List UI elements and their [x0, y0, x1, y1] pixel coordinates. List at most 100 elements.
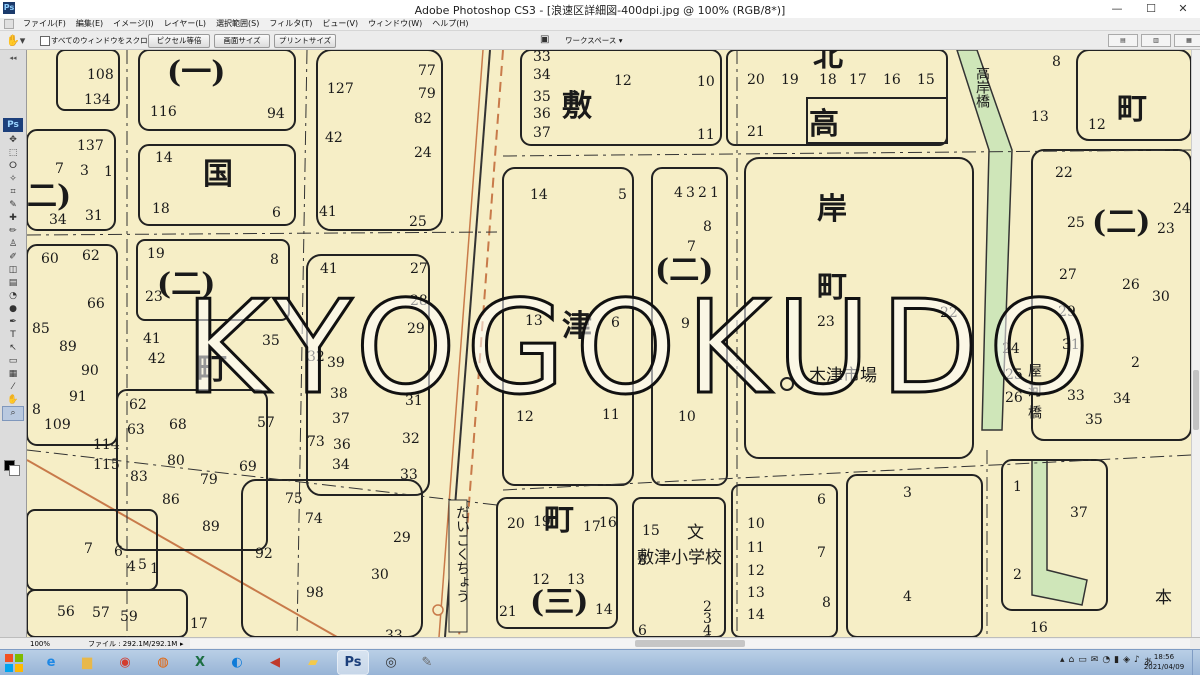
clock[interactable]: 18:56 2021/04/09 [1142, 652, 1186, 672]
tray-icon[interactable]: ✉ [1091, 655, 1099, 668]
menu-item-0[interactable]: ファイル(F) [18, 18, 71, 30]
lot-number: 23 [1157, 221, 1175, 237]
lot-number: 13 [747, 585, 765, 601]
actual-pixels-button[interactable]: ピクセル等倍 [148, 34, 210, 48]
vertical-scrollbar[interactable] [1191, 50, 1200, 637]
viewer-icon[interactable]: ◎ [376, 651, 406, 674]
place-name: 国 [203, 157, 233, 192]
tools-icon[interactable]: ✎ [412, 651, 442, 674]
lot-number: 19 [147, 246, 165, 262]
lot-number: 13 [1031, 109, 1049, 125]
lot-number: 7 [817, 545, 826, 561]
blur-icon[interactable]: ◔ [3, 290, 23, 303]
scroll-all-windows-checkbox[interactable] [40, 36, 50, 46]
maximize-button[interactable]: ☐ [1134, 0, 1168, 18]
zoom-level[interactable]: 100% [30, 639, 50, 649]
place-name: (一) [167, 55, 226, 90]
lot-number: 3 [80, 163, 89, 179]
horizontal-scroll-thumb[interactable] [635, 640, 745, 647]
brush-icon[interactable]: ✏ [3, 225, 23, 238]
lot-number: 3 [903, 485, 912, 501]
menu-item-5[interactable]: フィルタ(T) [264, 18, 317, 30]
excel-icon[interactable]: X [185, 651, 215, 674]
tray-icon[interactable]: ⌂ [1069, 655, 1075, 668]
photoshop-icon[interactable]: Ps [337, 650, 369, 675]
ps-logo[interactable]: Ps [3, 118, 23, 132]
tray-icon[interactable]: ▴ [1060, 655, 1065, 668]
clone-stamp-icon[interactable]: ♙ [3, 238, 23, 251]
menu-bar: ファイル(F) 編集(E) イメージ(I) レイヤー(L) 選択範囲(S) フィルタ(T)… [0, 18, 1200, 30]
lot-number: 56 [57, 604, 75, 620]
menu-item-1[interactable]: 編集(E) [71, 18, 108, 30]
close-button[interactable]: ✕ [1166, 0, 1200, 18]
minimize-button[interactable]: — [1100, 0, 1134, 18]
horizontal-scrollbar[interactable] [190, 639, 1190, 648]
menu-item-6[interactable]: ビュー(V) [317, 18, 363, 30]
tray-icon[interactable]: ♪ [1134, 655, 1140, 668]
lot-number: 7 [84, 541, 93, 557]
type-icon[interactable]: T [3, 329, 23, 342]
show-desktop-button[interactable] [1192, 650, 1200, 675]
history-brush-icon[interactable]: ✐ [3, 251, 23, 264]
slice-icon[interactable]: ✎ [3, 199, 23, 212]
lot-number: 7 [687, 239, 696, 255]
gradient-icon[interactable]: ▤ [3, 277, 23, 290]
status-bar: 100% ファイル : 292.1M/292.1M ▸ [0, 637, 1200, 649]
tray-icon[interactable]: ▮ [1114, 655, 1119, 668]
menu-item-7[interactable]: ウィンドウ(W) [363, 18, 427, 30]
crop-icon[interactable]: ⌗ [3, 186, 23, 199]
zoom-icon[interactable]: ⌕ [2, 406, 24, 421]
eraser-icon[interactable]: ◫ [3, 264, 23, 277]
tray-icon[interactable]: ◈ [1123, 655, 1130, 668]
vertical-place-label: だいこくちょう [454, 505, 470, 603]
document-canvas[interactable]: 108 134 116 94 137 7 3 1 34 31 14 18 6 19 8 60 62 66 23 41 4… [27, 50, 1191, 637]
lot-number: 115 [93, 457, 120, 473]
place-name: (三) [530, 585, 589, 620]
doc-window-icon[interactable] [4, 19, 14, 29]
healing-brush-icon[interactable]: ✚ [3, 212, 23, 225]
menu-item-8[interactable]: ヘルプ(H) [427, 18, 473, 30]
firefox-icon[interactable]: ◍ [148, 651, 178, 674]
path-select-icon[interactable]: ↖ [3, 342, 23, 355]
dodge-icon[interactable]: ● [3, 303, 23, 316]
menu-item-3[interactable]: レイヤー(L) [159, 18, 211, 30]
speaker-app-icon[interactable]: ◀ [260, 651, 290, 674]
folder-icon[interactable]: ▰ [298, 651, 328, 674]
tray-icon[interactable]: ◔ [1102, 655, 1110, 668]
status-menu-arrow[interactable]: ▸ [180, 639, 184, 649]
lot-number: 31 [85, 208, 103, 224]
ie-icon[interactable]: e [36, 651, 66, 674]
fit-screen-button[interactable]: 画面サイズ [214, 34, 270, 48]
layer-comps-tab[interactable]: ▦ [1174, 34, 1200, 47]
magic-wand-icon[interactable]: ✧ [3, 173, 23, 186]
pen-icon[interactable]: ✒ [3, 316, 23, 329]
chrome-icon[interactable]: ◉ [110, 651, 140, 674]
brushes-tab[interactable]: ▤ [1108, 34, 1138, 47]
move-icon[interactable]: ✥ [3, 134, 23, 147]
explorer-icon[interactable]: ▆ [72, 651, 102, 674]
windows-start-icon[interactable] [4, 653, 24, 673]
place-name: 敷 [562, 89, 592, 124]
print-size-button[interactable]: プリントサイズ [274, 34, 336, 48]
edge-icon[interactable]: ◐ [222, 651, 252, 674]
notes-icon[interactable]: ▦ [3, 368, 23, 381]
lot-number: 24 [414, 145, 432, 161]
hand-icon[interactable]: ✋ [3, 394, 23, 407]
workspace-menu[interactable]: ワークスペース ▾ [565, 34, 623, 47]
hand-tool-preset-icon[interactable]: ✋▾ [6, 34, 26, 47]
shape-icon[interactable]: ▭ [3, 355, 23, 368]
tool-presets-tab[interactable]: ▥ [1141, 34, 1171, 47]
menu-item-2[interactable]: イメージ(I) [108, 18, 158, 30]
toolbox-grip[interactable]: ◂◂ [2, 52, 24, 64]
vertical-scroll-thumb[interactable] [1193, 370, 1199, 430]
lot-number: 24 [1173, 201, 1191, 217]
marquee-icon[interactable]: ⬚ [3, 147, 23, 160]
lasso-icon[interactable]: ⵔ [3, 160, 23, 173]
menu-item-4[interactable]: 選択範囲(S) [211, 18, 264, 30]
workspace-icon[interactable]: ▣ [540, 35, 553, 45]
river-channel-2 [1031, 459, 1088, 606]
tray-icon[interactable]: ▭ [1078, 655, 1087, 668]
lot-number: 7 [55, 161, 64, 177]
background-color-swatch[interactable] [9, 465, 20, 476]
eyedropper-icon[interactable]: ⁄ [3, 381, 23, 394]
